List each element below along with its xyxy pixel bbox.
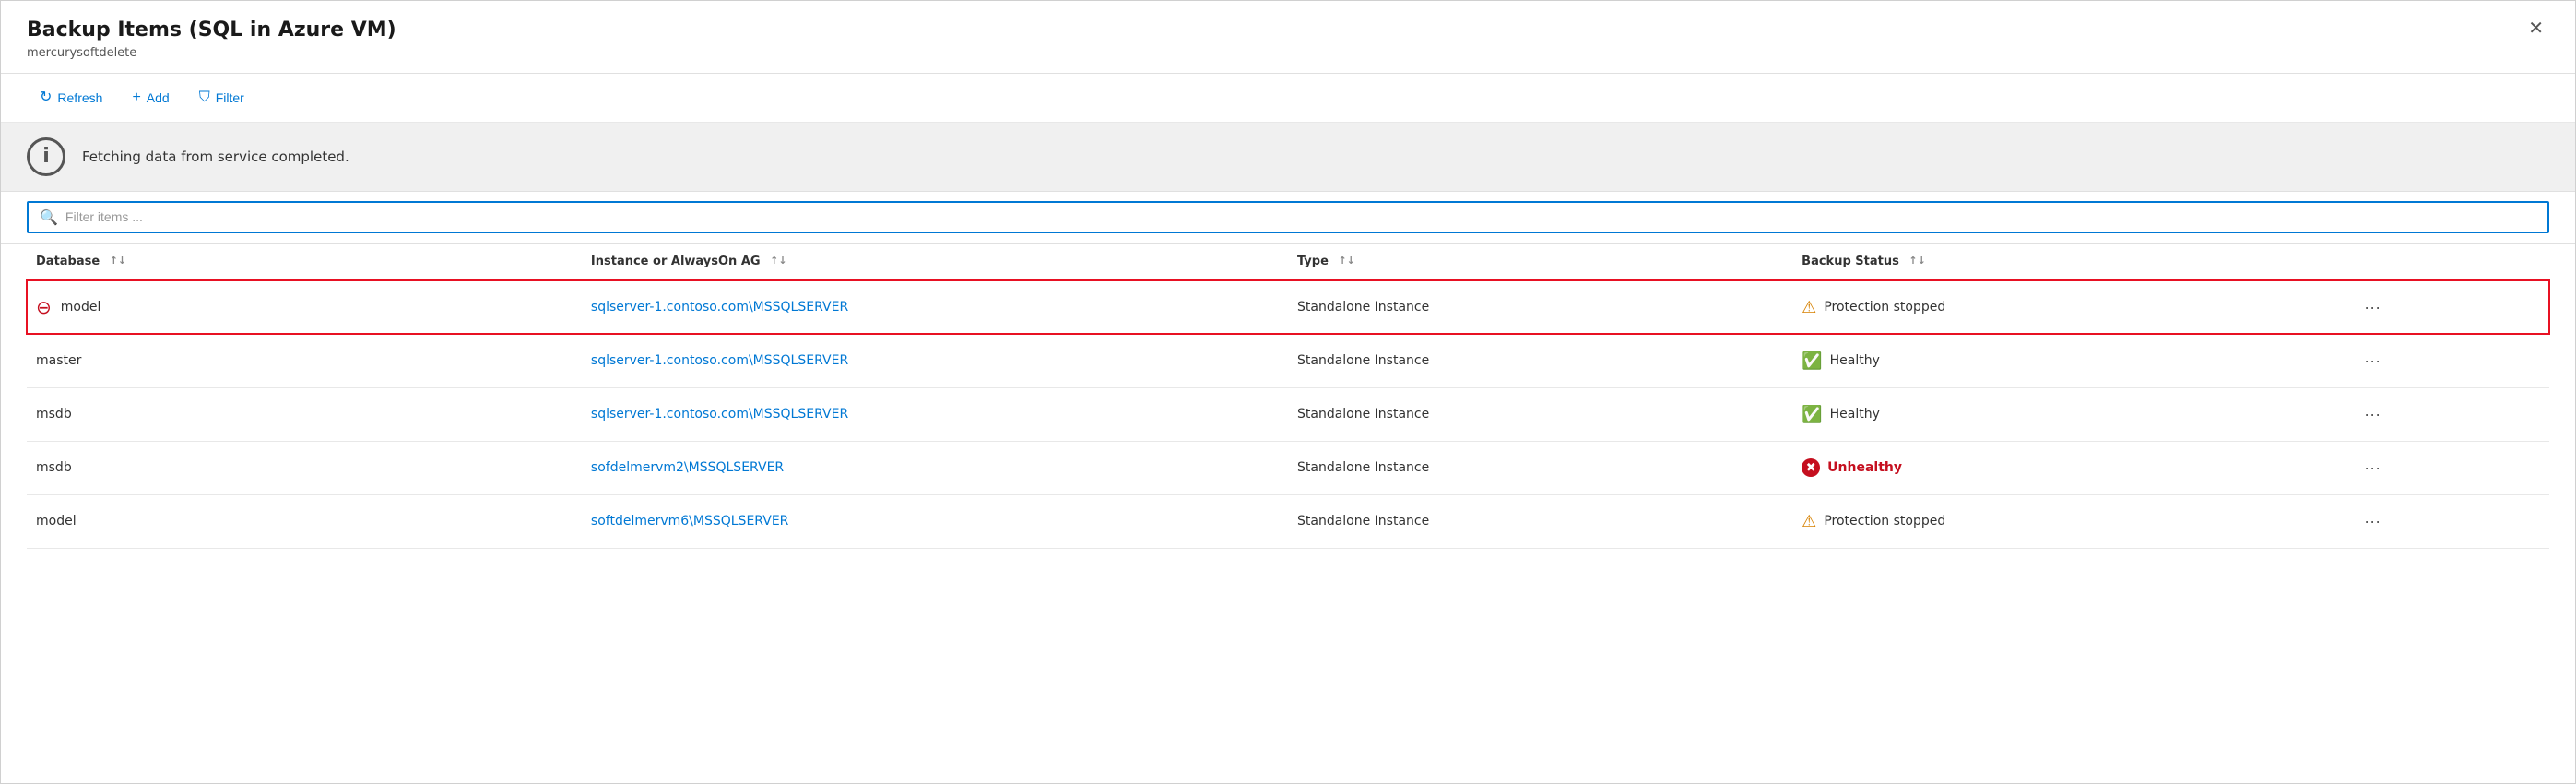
add-button[interactable]: + Add: [119, 85, 182, 111]
status-text: Healthy: [1830, 353, 1880, 368]
database-name: msdb: [36, 407, 72, 422]
cell-type: Standalone Instance: [1288, 334, 1792, 387]
close-button[interactable]: ✕: [2523, 18, 2549, 40]
add-icon: +: [132, 90, 140, 105]
cell-status: ⚠ Protection stopped: [1792, 494, 2347, 548]
table-wrap: Database ↑↓ Instance or AlwaysOn AG ↑↓ T…: [1, 244, 2575, 783]
sort-arrows-type: ↑↓: [1338, 256, 1354, 266]
cell-database: msdb: [27, 387, 582, 441]
table-row[interactable]: msdb sqlserver-1.contoso.com\MSSQLSERVER S…: [27, 387, 2549, 441]
search-bar: 🔍: [1, 192, 2575, 244]
status-text: Protection stopped: [1824, 300, 1945, 315]
cell-type: Standalone Instance: [1288, 280, 1792, 335]
warning-icon: ⚠: [1802, 298, 1816, 317]
table-row[interactable]: msdb sofdelmervm2\MSSQLSERVER Standalone I…: [27, 441, 2549, 494]
healthy-icon: ✅: [1802, 405, 1822, 424]
sort-arrows-database: ↑↓: [110, 256, 126, 266]
panel-header: Backup Items (SQL in Azure VM) mercuryso…: [1, 1, 2575, 74]
cell-instance: softdelmervm6\MSSQLSERVER: [582, 494, 1288, 548]
refresh-button[interactable]: ↻ Refresh: [27, 85, 115, 111]
cell-instance: sqlserver-1.contoso.com\MSSQLSERVER: [582, 280, 1288, 335]
table-row[interactable]: model softdelmervm6\MSSQLSERVER Standalone…: [27, 494, 2549, 548]
instance-link[interactable]: sofdelmervm2\MSSQLSERVER: [591, 460, 784, 475]
cell-status: ✅ Healthy: [1792, 387, 2347, 441]
info-message: Fetching data from service completed.: [82, 148, 349, 165]
backup-items-table: Database ↑↓ Instance or AlwaysOn AG ↑↓ T…: [27, 244, 2549, 549]
col-header-actions: [2347, 244, 2549, 280]
instance-link[interactable]: sqlserver-1.contoso.com\MSSQLSERVER: [591, 353, 848, 368]
refresh-label: Refresh: [57, 90, 102, 105]
stop-icon: ⊖: [36, 296, 52, 318]
database-name: master: [36, 353, 81, 368]
database-name: model: [61, 300, 101, 315]
instance-link[interactable]: sqlserver-1.contoso.com\MSSQLSERVER: [591, 300, 848, 315]
cell-instance: sqlserver-1.contoso.com\MSSQLSERVER: [582, 334, 1288, 387]
cell-type: Standalone Instance: [1288, 494, 1792, 548]
refresh-icon: ↻: [40, 90, 52, 105]
cell-status: ⚠ Protection stopped: [1792, 280, 2347, 335]
col-header-instance[interactable]: Instance or AlwaysOn AG ↑↓: [582, 244, 1288, 280]
panel-title-block: Backup Items (SQL in Azure VM) mercuryso…: [27, 18, 396, 60]
info-circle-icon: i: [27, 137, 65, 176]
cell-instance: sofdelmervm2\MSSQLSERVER: [582, 441, 1288, 494]
col-header-status[interactable]: Backup Status ↑↓: [1792, 244, 2347, 280]
cell-actions: ···: [2347, 494, 2549, 548]
cell-actions: ···: [2347, 334, 2549, 387]
healthy-icon: ✅: [1802, 351, 1822, 371]
search-icon: 🔍: [40, 208, 58, 226]
cell-actions: ···: [2347, 280, 2549, 335]
search-input[interactable]: [65, 209, 2536, 224]
panel-subtitle: mercurysoftdelete: [27, 46, 396, 60]
info-banner: i Fetching data from service completed.: [1, 123, 2575, 192]
sort-arrows-status: ↑↓: [1908, 256, 1925, 266]
instance-link[interactable]: sqlserver-1.contoso.com\MSSQLSERVER: [591, 407, 848, 422]
row-actions-button[interactable]: ···: [2357, 508, 2388, 535]
toolbar: ↻ Refresh + Add ⛉ Filter: [1, 74, 2575, 123]
status-text: Healthy: [1830, 407, 1880, 422]
cell-database: master: [27, 334, 582, 387]
instance-link[interactable]: softdelmervm6\MSSQLSERVER: [591, 514, 789, 529]
row-actions-button[interactable]: ···: [2357, 294, 2388, 321]
cell-type: Standalone Instance: [1288, 387, 1792, 441]
cell-status: ✖ Unhealthy: [1792, 441, 2347, 494]
cell-database: ⊖ model: [27, 280, 582, 335]
database-name: msdb: [36, 460, 72, 475]
add-label: Add: [147, 90, 170, 105]
status-text: Protection stopped: [1824, 514, 1945, 529]
panel-title: Backup Items (SQL in Azure VM): [27, 18, 396, 44]
row-actions-button[interactable]: ···: [2357, 401, 2388, 428]
table-row[interactable]: ⊖ model sqlserver-1.contoso.com\MSSQLSERVE…: [27, 280, 2549, 335]
filter-icon: ⛉: [199, 90, 210, 105]
backup-items-panel: Backup Items (SQL in Azure VM) mercuryso…: [0, 0, 2576, 784]
cell-type: Standalone Instance: [1288, 441, 1792, 494]
row-actions-button[interactable]: ···: [2357, 455, 2388, 481]
filter-label: Filter: [216, 90, 244, 105]
col-header-type[interactable]: Type ↑↓: [1288, 244, 1792, 280]
filter-button[interactable]: ⛉ Filter: [186, 85, 257, 111]
table-row[interactable]: master sqlserver-1.contoso.com\MSSQLSERVE…: [27, 334, 2549, 387]
search-input-wrap: 🔍: [27, 201, 2549, 233]
cell-actions: ···: [2347, 441, 2549, 494]
cell-status: ✅ Healthy: [1792, 334, 2347, 387]
status-text: Unhealthy: [1827, 460, 1902, 475]
database-name: model: [36, 514, 77, 529]
cell-instance: sqlserver-1.contoso.com\MSSQLSERVER: [582, 387, 1288, 441]
sort-arrows-instance: ↑↓: [770, 256, 786, 266]
col-header-database[interactable]: Database ↑↓: [27, 244, 582, 280]
cell-actions: ···: [2347, 387, 2549, 441]
cell-database: model: [27, 494, 582, 548]
error-icon: ✖: [1802, 458, 1820, 477]
table-header-row: Database ↑↓ Instance or AlwaysOn AG ↑↓ T…: [27, 244, 2549, 280]
cell-database: msdb: [27, 441, 582, 494]
warning-icon: ⚠: [1802, 512, 1816, 531]
row-actions-button[interactable]: ···: [2357, 348, 2388, 374]
